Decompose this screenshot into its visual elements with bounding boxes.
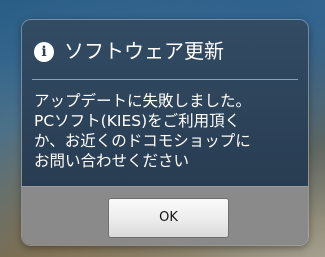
message-line: お問い合わせください	[34, 152, 190, 170]
ok-button[interactable]: OK	[108, 198, 229, 238]
software-update-dialog: i ソフトウェア更新 アップデートに失敗しました。 PCソフト(KIES)をご利…	[22, 20, 308, 245]
message-line: か、お近くのドコモショップに	[34, 132, 251, 150]
dialog-message: アップデートに失敗しました。 PCソフト(KIES)をご利用頂く か、お近くのド…	[34, 91, 304, 171]
message-line: アップデートに失敗しました。	[34, 92, 252, 110]
info-icon: i	[34, 42, 54, 62]
message-line: PCソフト(KIES)をご利用頂く	[34, 112, 241, 130]
dialog-button-bar: OK	[22, 186, 308, 245]
header-divider	[32, 79, 298, 80]
dialog-header: i ソフトウェア更新	[22, 20, 308, 80]
dialog-title: ソフトウェア更新	[64, 39, 224, 63]
